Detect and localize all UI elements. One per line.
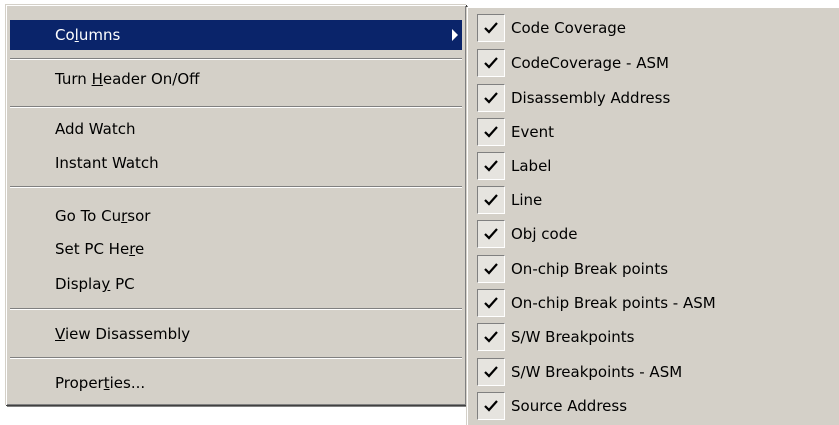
submenu-item-label: On-chip Break points bbox=[511, 260, 669, 278]
stage: Columns Turn Header On/Off Add Watch Ins… bbox=[0, 0, 839, 425]
submenu-item[interactable]: S/W Breakpoints - ASM bbox=[471, 355, 839, 389]
menu-item-columns[interactable]: Columns bbox=[10, 20, 462, 50]
menu-item-properties[interactable]: Properties... bbox=[10, 368, 462, 398]
submenu-item[interactable]: Line bbox=[471, 183, 839, 217]
submenu-item[interactable]: Event bbox=[471, 115, 839, 149]
submenu-item[interactable]: Code Coverage bbox=[471, 11, 839, 45]
checkmark-icon bbox=[477, 358, 505, 386]
submenu-item[interactable]: Source Address bbox=[471, 389, 839, 423]
menu-item-go-to-cursor[interactable]: Go To Cursor bbox=[10, 201, 462, 231]
checkmark-icon bbox=[477, 118, 505, 146]
checkmark-icon bbox=[477, 152, 505, 180]
menu-separator bbox=[10, 58, 462, 60]
submenu-arrow-icon bbox=[452, 29, 458, 41]
menu-item-label: Set PC Here bbox=[55, 240, 145, 258]
menu-separator bbox=[10, 186, 462, 188]
menu-item-set-pc-here[interactable]: Set PC Here bbox=[10, 234, 462, 264]
checkmark-icon bbox=[477, 186, 505, 214]
checkmark-icon bbox=[477, 392, 505, 420]
menu-separator bbox=[10, 308, 462, 310]
submenu-item-label: S/W Breakpoints - ASM bbox=[511, 363, 683, 381]
submenu-item-label: Label bbox=[511, 157, 552, 175]
menu-item-label: Instant Watch bbox=[55, 154, 159, 172]
context-menu: Columns Turn Header On/Off Add Watch Ins… bbox=[5, 4, 466, 405]
menu-separator bbox=[10, 106, 462, 108]
submenu-item[interactable]: CodeCoverage - ASM bbox=[471, 46, 839, 80]
submenu-item-label: Line bbox=[511, 191, 543, 209]
menu-item-label: Properties... bbox=[55, 374, 146, 392]
submenu-item-label: On-chip Break points - ASM bbox=[511, 294, 716, 312]
submenu-item-label: S/W Breakpoints bbox=[511, 328, 635, 346]
menu-item-label: Turn Header On/Off bbox=[55, 70, 200, 88]
checkmark-icon bbox=[477, 220, 505, 248]
menu-item-display-pc[interactable]: Display PC bbox=[10, 269, 462, 299]
checkmark-icon bbox=[477, 49, 505, 77]
menu-separator bbox=[10, 357, 462, 359]
submenu-item[interactable]: Obj code bbox=[471, 217, 839, 251]
checkmark-icon bbox=[477, 289, 505, 317]
submenu-item-label: Source Address bbox=[511, 397, 628, 415]
menu-item-instant-watch[interactable]: Instant Watch bbox=[10, 148, 462, 178]
submenu-item-label: Obj code bbox=[511, 225, 578, 243]
checkmark-icon bbox=[477, 323, 505, 351]
submenu-item-label: Disassembly Address bbox=[511, 89, 671, 107]
submenu-item-label: Event bbox=[511, 123, 554, 141]
menu-item-turn-header[interactable]: Turn Header On/Off bbox=[10, 64, 462, 94]
checkmark-icon bbox=[477, 84, 505, 112]
submenu-item[interactable]: Disassembly Address bbox=[471, 81, 839, 115]
menu-item-add-watch[interactable]: Add Watch bbox=[10, 114, 462, 144]
submenu-item[interactable]: On-chip Break points bbox=[471, 252, 839, 286]
submenu-item[interactable]: Label bbox=[471, 149, 839, 183]
submenu-item[interactable]: On-chip Break points - ASM bbox=[471, 286, 839, 320]
menu-item-label: Columns bbox=[55, 26, 121, 44]
menu-item-label: View Disassembly bbox=[55, 325, 191, 343]
submenu-item-label: CodeCoverage - ASM bbox=[511, 54, 669, 72]
menu-item-label: Display PC bbox=[55, 275, 135, 293]
menu-item-view-disassembly[interactable]: View Disassembly bbox=[10, 319, 462, 349]
checkmark-icon bbox=[477, 255, 505, 283]
submenu-item-label: Code Coverage bbox=[511, 19, 627, 37]
columns-submenu: Code Coverage CodeCoverage - ASM Disassemb… bbox=[466, 7, 839, 425]
checkmark-icon bbox=[477, 14, 505, 42]
submenu-item[interactable]: S/W Breakpoints bbox=[471, 320, 839, 354]
menu-item-label: Add Watch bbox=[55, 120, 136, 138]
menu-item-label: Go To Cursor bbox=[55, 207, 151, 225]
